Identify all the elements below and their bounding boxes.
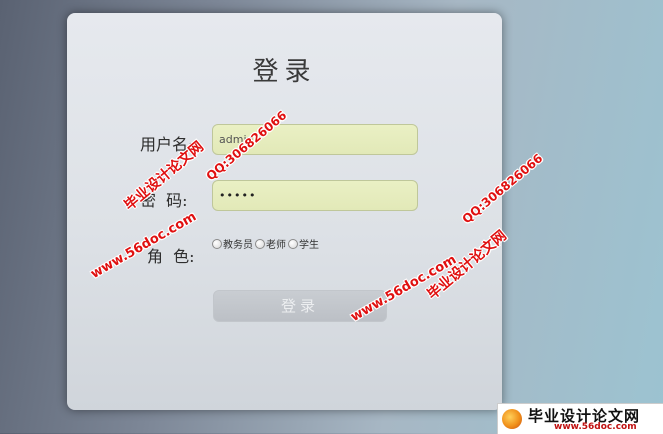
role-radio-teacher[interactable]: 老师 [255,236,286,251]
radio-icon [212,238,222,249]
password-input[interactable]: ••••• [212,180,418,211]
radio-icon [255,238,265,249]
page-title: 登录 [252,57,317,87]
password-value: ••••• [219,189,257,202]
site-logo: 毕业设计论文网 www.56doc.com [497,403,663,434]
role-radio-student[interactable]: 学生 [288,236,319,251]
role-radio-admin[interactable]: 教务员 [212,236,253,251]
radio-icon [288,238,298,249]
role-radio-group: 教务员 老师 学生 [212,236,321,251]
logo-url: www.56doc.com [554,422,637,432]
logo-emblem-icon [502,409,522,429]
